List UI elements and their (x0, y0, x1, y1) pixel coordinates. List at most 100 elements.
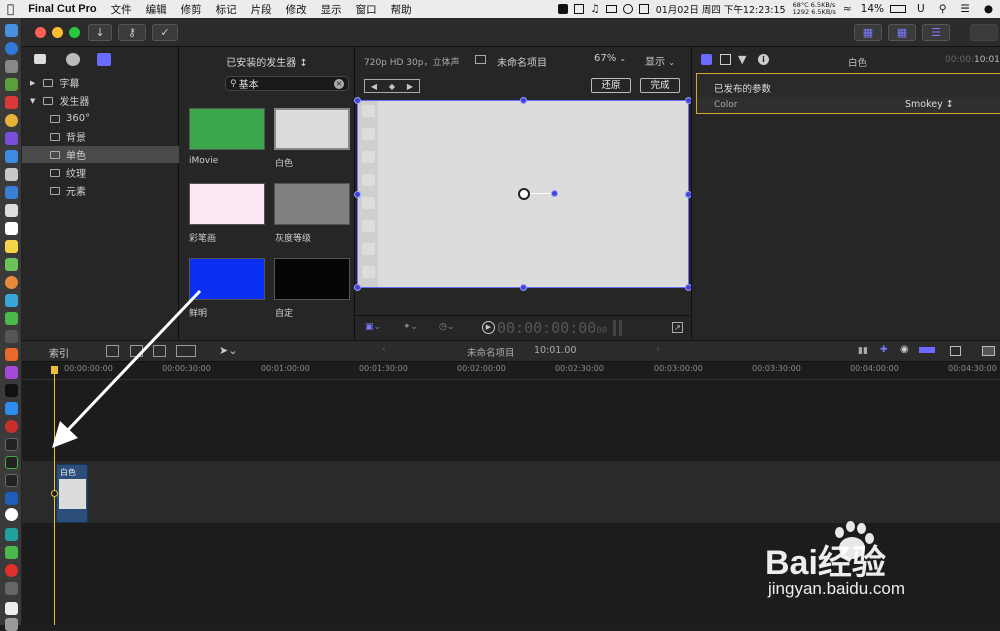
weibo-icon[interactable] (5, 564, 18, 577)
xcode-icon[interactable] (5, 186, 18, 199)
swatch-vivid[interactable] (189, 258, 265, 300)
appstore-icon[interactable] (5, 402, 18, 415)
import-button[interactable]: ↓ (88, 24, 112, 41)
sidebar-item-generators[interactable]: ▼ 发生器 (22, 92, 179, 109)
disclosure-right-icon[interactable]: ▶ (30, 79, 35, 87)
photos-browser-icon[interactable] (66, 53, 80, 66)
app-icon-dark[interactable] (5, 330, 18, 343)
vpn-icon[interactable] (5, 492, 18, 505)
clock-status-icon[interactable] (622, 4, 633, 14)
search-input[interactable]: 基本 (239, 76, 334, 91)
menu-window[interactable]: 窗口 (349, 2, 384, 17)
app-menu[interactable]: Final Cut Pro (21, 3, 103, 15)
browser-title-menu[interactable]: 已安装的发生器 ↕ (179, 54, 355, 69)
yandex-icon[interactable] (5, 508, 18, 521)
skimming-icon[interactable]: ✚ (880, 345, 888, 355)
effects-browser-icon[interactable] (982, 346, 995, 356)
bluetooth-icon[interactable]: ᑌ (910, 3, 932, 15)
append-clip-button[interactable] (153, 345, 166, 357)
console-icon[interactable] (5, 474, 18, 487)
terminal-icon[interactable] (5, 438, 18, 451)
generator-inspector-tab-icon[interactable] (701, 54, 712, 65)
swatch-imovie[interactable] (189, 108, 265, 150)
app-icon-teal[interactable] (5, 528, 18, 541)
battery-icon[interactable] (890, 5, 907, 13)
audio-meter-icon[interactable] (613, 320, 616, 336)
transform-handle-bl[interactable] (354, 284, 361, 291)
apple-menu-icon[interactable]:  (0, 2, 21, 16)
menu-trim[interactable]: 修剪 (174, 2, 209, 17)
close-window-button[interactable] (35, 27, 46, 38)
index-button[interactable]: 索引 (49, 345, 69, 360)
app-icon-lightgray[interactable] (5, 204, 18, 217)
tv-icon[interactable] (5, 384, 18, 397)
disclosure-down-icon[interactable]: ▼ (30, 97, 35, 105)
connect-clip-button[interactable] (106, 345, 119, 357)
sidebar-item-textures[interactable]: 纹理 (22, 164, 179, 181)
clip-appearance-icon[interactable] (950, 346, 961, 356)
timeline-forward-icon[interactable]: › (656, 344, 660, 355)
finder-icon[interactable] (5, 24, 18, 37)
fcp-icon[interactable] (5, 582, 18, 595)
swatch-pastel[interactable] (189, 183, 265, 225)
minimize-window-button[interactable] (52, 27, 63, 38)
sidebar-item-backgrounds[interactable]: 背景 (22, 128, 179, 145)
audio-skimming-icon[interactable]: ▮▮ (858, 346, 872, 356)
stats-widget[interactable]: 68°C 6.5KB/s 1292 6.5KB/s (793, 2, 836, 16)
audio-meter-icon-2[interactable] (619, 320, 622, 336)
swatch-custom[interactable] (274, 258, 350, 300)
info-inspector-tab-icon[interactable]: i (758, 54, 769, 65)
headphones-icon[interactable]: ◉ (900, 344, 909, 355)
wechat-dock-icon[interactable] (5, 546, 18, 559)
transform-handle-left[interactable] (354, 191, 361, 198)
color-inspector-tab-icon[interactable]: ▼ (738, 53, 746, 66)
titles-generators-icon[interactable] (97, 53, 111, 66)
chrome-icon[interactable] (5, 114, 18, 127)
safari-icon[interactable] (5, 42, 18, 55)
background-tasks-button[interactable]: ✓ (152, 24, 178, 41)
app-status-icon[interactable] (558, 4, 569, 14)
sidebar-item-360[interactable]: 360° (22, 110, 179, 127)
zoom-menu[interactable]: 67% ⌄ (594, 53, 626, 64)
menu-view[interactable]: 显示 (314, 2, 349, 17)
media-icon[interactable] (34, 54, 46, 64)
transform-handle-tl[interactable] (354, 97, 361, 104)
color-preset-select[interactable]: Smokey ↕ (905, 99, 954, 110)
activity-icon[interactable] (5, 456, 18, 469)
app-icon-orange[interactable] (5, 348, 18, 361)
menu-file[interactable]: 文件 (104, 2, 139, 17)
document-icon[interactable] (5, 602, 18, 615)
timeline-ruler[interactable]: 00:00:00:00 00:00:30:00 00:01:00:00 00:0… (22, 362, 1000, 380)
app-icon-cyan[interactable] (5, 294, 18, 307)
notes-icon[interactable] (5, 240, 18, 253)
reset-button[interactable]: 还原 (591, 78, 631, 93)
sidebar-item-elements[interactable]: 元素 (22, 182, 179, 199)
keyword-button[interactable]: ⚷ (118, 24, 146, 41)
android-icon[interactable] (5, 78, 18, 91)
maps-icon[interactable] (5, 258, 18, 271)
app-icon-red[interactable] (5, 96, 18, 109)
app-icon-gray[interactable] (5, 168, 18, 181)
app-icon-blue[interactable] (5, 150, 18, 163)
playhead-marker[interactable] (51, 366, 58, 374)
clear-search-icon[interactable]: × (334, 78, 344, 89)
search-icon[interactable]: ⚲ (932, 3, 954, 15)
zoom-window-button[interactable] (69, 27, 80, 38)
overwrite-clip-button[interactable] (176, 345, 196, 357)
app-icon-crimson[interactable] (5, 420, 18, 433)
timeline-clip[interactable]: 白色 (56, 464, 88, 523)
timecode-display[interactable]: 00:00:00:0000 (497, 319, 607, 337)
search-field[interactable]: ⚲ 基本 × (225, 76, 349, 91)
calendar-dock-icon[interactable] (5, 222, 18, 235)
control-center-icon[interactable]: ☰ (953, 3, 976, 15)
menu-clip[interactable]: 片段 (244, 2, 279, 17)
clock-text[interactable]: 01月02日 周四 下午12:23:15 (653, 2, 789, 16)
app-icon-purple[interactable] (5, 132, 18, 145)
settings-icon[interactable] (5, 60, 18, 73)
timeline-back-icon[interactable]: ‹ (382, 344, 386, 355)
swatch-grayscale[interactable] (274, 183, 350, 225)
viewer-canvas[interactable] (354, 97, 692, 291)
speed-menu[interactable]: ◷⌄ (439, 322, 454, 332)
fullscreen-icon[interactable]: ↗ (672, 322, 683, 333)
wechat-icon[interactable] (5, 312, 18, 325)
